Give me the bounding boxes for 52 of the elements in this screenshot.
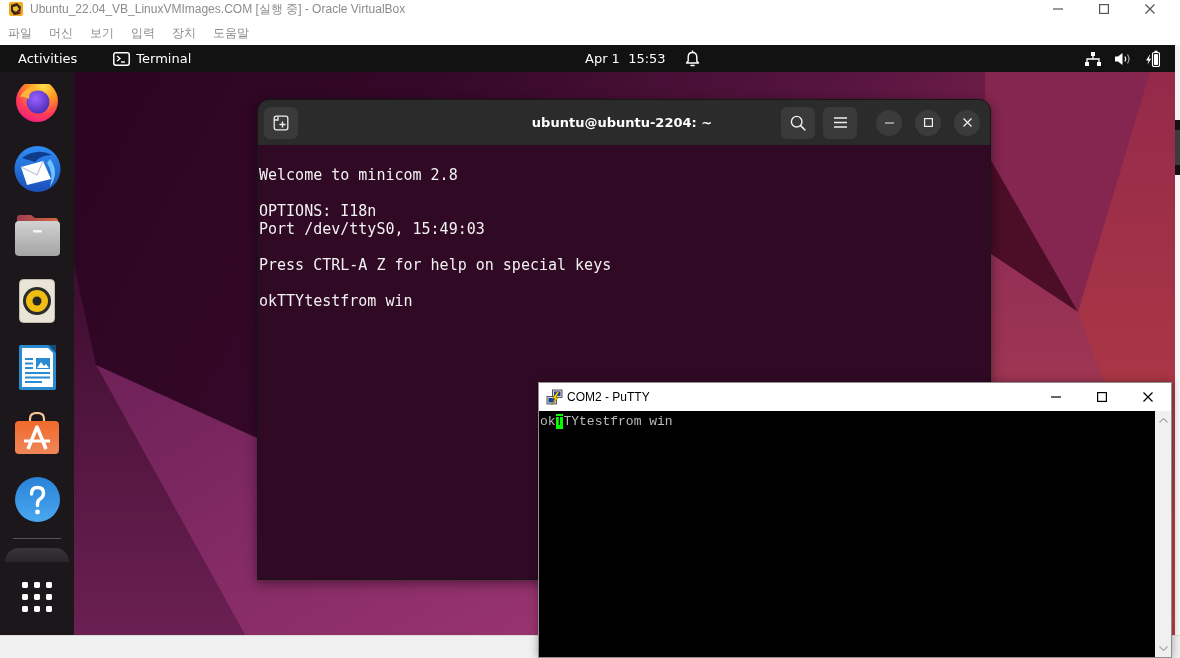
app-grid-icon[interactable] <box>22 582 52 612</box>
bell-icon[interactable] <box>684 50 700 67</box>
computers-icon <box>546 388 563 406</box>
minimize-icon <box>1053 7 1063 10</box>
terminal-line: Port /dev/ttyS0, 15:49:03 <box>259 220 485 238</box>
envelope-icon[interactable] <box>12 145 62 193</box>
terminal-icon <box>113 51 131 66</box>
menu-item[interactable]: 머신 <box>41 22 81 45</box>
activities-button[interactable]: Activities <box>18 49 78 68</box>
volume-icon[interactable] <box>1115 51 1131 66</box>
minimize-icon <box>1051 396 1061 398</box>
app-icon <box>8 1 24 17</box>
dock-item-highlight <box>5 548 69 562</box>
menu-item[interactable]: 장치 <box>164 22 204 45</box>
battery-icon[interactable] <box>1145 50 1160 67</box>
terminal-line: OPTIONS: I18n <box>259 202 377 220</box>
menu-icon <box>833 117 847 128</box>
menu-button[interactable] <box>823 106 857 139</box>
folder-icon[interactable] <box>14 214 60 256</box>
network-icon[interactable] <box>1085 51 1101 66</box>
close-icon <box>1145 3 1155 14</box>
maximize-icon <box>1099 3 1109 14</box>
close-icon <box>1143 392 1153 402</box>
window-title: COM2 - PuTTY <box>567 390 650 404</box>
app-menu-button[interactable]: Terminal <box>113 49 192 68</box>
maximize-button[interactable] <box>915 109 941 136</box>
terminal-line: okTTYtestfrom win <box>259 292 413 310</box>
new-tab-button[interactable] <box>264 106 298 139</box>
shopping-bag-icon[interactable] <box>15 412 59 454</box>
clock-button[interactable]: Apr 1 15:53 <box>585 49 666 68</box>
window-title: Ubuntu_22.04_VB_LinuxVMImages.COM [실행 중] - Oracle VirtualBox <box>30 1 406 18</box>
close-icon <box>962 118 972 127</box>
terminal-line: okTTYtestfrom win <box>540 414 673 429</box>
menu-item[interactable]: 입력 <box>123 22 163 45</box>
maximize-icon <box>923 118 933 127</box>
document-icon[interactable] <box>18 344 56 390</box>
menu-item[interactable]: 보기 <box>82 22 122 45</box>
help-icon[interactable] <box>14 476 60 522</box>
menu-item[interactable]: 파일 <box>0 22 40 45</box>
minimize-button[interactable] <box>876 109 902 136</box>
speaker-icon[interactable] <box>19 279 55 323</box>
search-icon <box>790 114 806 131</box>
terminal-line: Press CTRL-A Z for help on special keys <box>259 256 612 274</box>
maximize-icon <box>1097 392 1107 402</box>
search-button[interactable] <box>781 106 815 139</box>
minimize-icon <box>884 121 894 124</box>
new-tab-icon <box>273 114 289 131</box>
globe-icon[interactable] <box>16 84 58 122</box>
menu-item[interactable]: 도움말 <box>205 22 257 45</box>
window-title: ubuntu@ubuntu-2204: ~ <box>531 115 713 130</box>
terminal-line: Welcome to minicom 2.8 <box>259 166 458 184</box>
close-button[interactable] <box>954 109 980 136</box>
